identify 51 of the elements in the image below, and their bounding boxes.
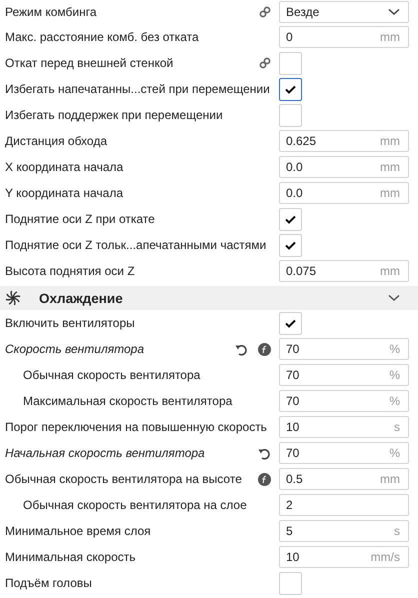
reset-icon[interactable] bbox=[258, 446, 271, 460]
setting-label: Скорость вентилятора bbox=[5, 342, 146, 356]
setting-label: Максимальная скорость вентилятора bbox=[23, 394, 234, 408]
setting-label: Поднятие оси Z при откате bbox=[5, 212, 156, 226]
input-field[interactable]: 10 mm/s bbox=[279, 546, 409, 568]
input-field[interactable]: 70 % bbox=[279, 390, 409, 412]
setting-label: Высота поднятия оси Z bbox=[5, 264, 136, 278]
setting-label: Минимальная скорость bbox=[5, 550, 136, 564]
input-field[interactable]: 70 % bbox=[279, 338, 409, 360]
setting-label: Избегать поддержек при перемещении bbox=[5, 108, 224, 122]
input-field[interactable]: 0.0 mm bbox=[279, 182, 409, 204]
setting-label: Обычная скорость вентилятора на слое bbox=[23, 498, 248, 512]
chevron-icon bbox=[388, 8, 400, 16]
input-field[interactable]: 70 % bbox=[279, 442, 409, 464]
input-field[interactable]: 10 s bbox=[279, 416, 409, 438]
setting-label: X координата начала bbox=[5, 160, 124, 174]
setting-label: Y координата начала bbox=[5, 186, 124, 200]
setting-label: Режим комбинга bbox=[5, 5, 98, 19]
check-icon bbox=[285, 214, 296, 224]
input-field[interactable]: 0 mm bbox=[279, 26, 409, 48]
section-header[interactable]: Охлаждение bbox=[0, 286, 418, 310]
setting-label: Порог переключения на повышенную скорость bbox=[5, 420, 268, 434]
check-icon bbox=[285, 84, 296, 94]
input-field[interactable]: 0.5 mm bbox=[279, 468, 409, 490]
check-icon bbox=[285, 318, 296, 328]
setting-label: Обычная скорость вентилятора на высоте bbox=[5, 472, 243, 486]
setting-label: Включить вентиляторы bbox=[5, 316, 136, 330]
setting-label: Дистанция обхода bbox=[5, 134, 108, 148]
link-icon[interactable] bbox=[259, 6, 271, 18]
setting-label: Обычная скорость вентилятора bbox=[23, 368, 202, 382]
input-field[interactable]: 70 % bbox=[279, 364, 409, 386]
reset-icon[interactable] bbox=[235, 342, 248, 356]
setting-label: Минимальное время слоя bbox=[5, 524, 152, 538]
setting-label: Начальная скорость вентилятора bbox=[5, 446, 206, 460]
input-field[interactable]: 0.0 mm bbox=[279, 156, 409, 178]
setting-label: Подъём головы bbox=[5, 576, 93, 590]
check-icon bbox=[285, 240, 296, 250]
input-field[interactable]: 2 bbox=[279, 494, 409, 516]
setting-label: Макс. расстояние комб. без отката bbox=[5, 30, 200, 44]
setting-label: Откат перед внешней стенкой bbox=[5, 56, 174, 70]
checkbox[interactable] bbox=[279, 78, 302, 100]
function-icon[interactable] bbox=[258, 342, 271, 356]
setting-label: Поднятие оси Z тольк...апечатанными частями bbox=[5, 238, 268, 252]
fan-icon bbox=[5, 290, 21, 306]
input-field[interactable]: 0.625 mm bbox=[279, 130, 409, 152]
setting-label: Избегать напечатанны...стей при перемещении bbox=[5, 82, 271, 96]
function-icon[interactable] bbox=[258, 472, 271, 486]
input-field[interactable]: 5 s bbox=[279, 520, 409, 542]
input-field[interactable]: 0.075 mm bbox=[279, 260, 409, 282]
dropdown[interactable]: Везде bbox=[279, 1, 409, 23]
link-icon[interactable] bbox=[259, 57, 271, 69]
